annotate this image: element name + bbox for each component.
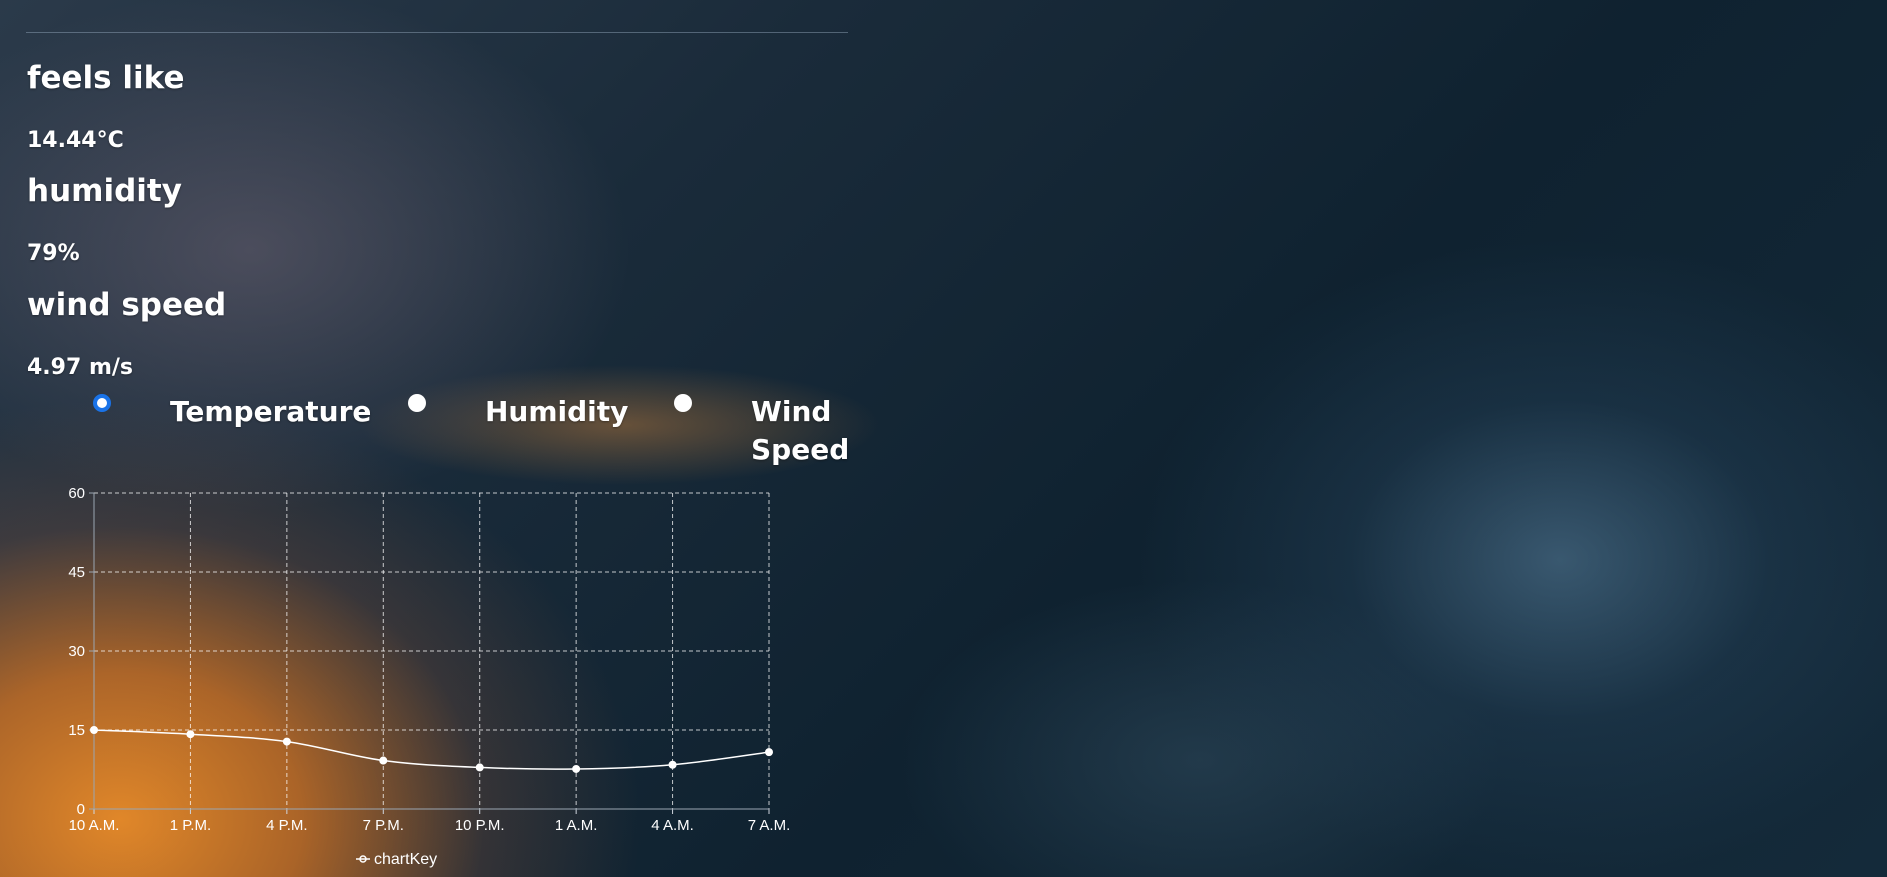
y-tick-label: 0 bbox=[77, 801, 85, 818]
wind-speed-label-line2: Speed bbox=[751, 433, 850, 466]
x-tick-label: 4 A.M. bbox=[651, 817, 694, 834]
data-point bbox=[572, 764, 581, 773]
wind-speed-label-line1: Wind bbox=[751, 395, 832, 428]
x-tick-label: 1 A.M. bbox=[555, 817, 598, 834]
wind-speed-radio-label[interactable]: Wind Speed bbox=[751, 393, 849, 469]
temperature-line-chart: 0 15 30 45 60 10 A.M. 1 P.M. 4 P.M. 7 P.M. 10 P.M… bbox=[68, 485, 791, 868]
x-tick-label: 7 P.M. bbox=[363, 817, 404, 834]
legend-label: chartKey bbox=[374, 851, 437, 868]
temperature-radio-label[interactable]: Temperature bbox=[170, 393, 371, 431]
x-tick-label: 10 P.M. bbox=[455, 817, 505, 834]
x-tick-label: 7 A.M. bbox=[748, 817, 791, 834]
humidity-radio-label[interactable]: Humidity bbox=[485, 393, 628, 431]
top-divider bbox=[26, 32, 848, 33]
feels-like-value: 14.44°C bbox=[27, 128, 124, 153]
wind-speed-label: wind speed bbox=[27, 287, 227, 323]
humidity-label: humidity bbox=[27, 173, 182, 209]
humidity-value: 79% bbox=[27, 241, 80, 266]
x-tick-label: 1 P.M. bbox=[170, 817, 211, 834]
data-point bbox=[475, 763, 484, 772]
y-tick-label: 15 bbox=[68, 722, 85, 739]
humidity-radio[interactable] bbox=[408, 394, 426, 412]
series-line bbox=[93, 729, 770, 770]
wind-speed-value: 4.97 m/s bbox=[27, 355, 133, 380]
data-point bbox=[765, 748, 773, 757]
wind-speed-radio[interactable] bbox=[674, 394, 692, 412]
data-point bbox=[90, 726, 98, 734]
temperature-radio[interactable] bbox=[93, 394, 111, 412]
data-point bbox=[379, 756, 388, 765]
x-tick-label: 10 A.M. bbox=[69, 817, 120, 834]
y-tick-label: 60 bbox=[68, 485, 85, 502]
y-tick-label: 30 bbox=[68, 643, 85, 660]
data-point bbox=[282, 737, 291, 746]
y-tick-label: 45 bbox=[68, 564, 85, 581]
data-point bbox=[668, 760, 677, 769]
feels-like-label: feels like bbox=[27, 60, 185, 96]
x-tick-label: 4 P.M. bbox=[266, 817, 307, 834]
data-point bbox=[186, 730, 195, 739]
